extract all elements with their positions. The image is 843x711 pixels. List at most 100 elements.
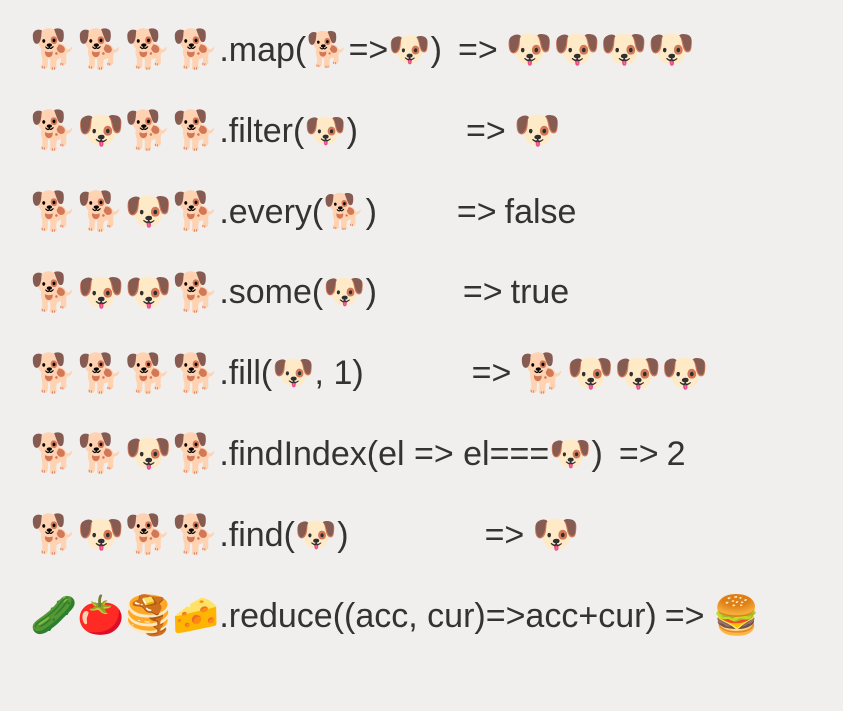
dog-emoji: 🐕 [77, 193, 124, 231]
method-post: , 1) [315, 354, 364, 392]
method-pre: .reduce((acc, cur)=>acc+cur) [219, 597, 656, 635]
dog-emoji: 🐕 [77, 435, 124, 473]
dog-emoji: 🐕 [125, 31, 172, 69]
dogface-emoji: 🐶 [304, 114, 346, 148]
method-pre: .findIndex(el => el=== [219, 435, 549, 473]
method-pre: .every( [219, 193, 323, 231]
code-example-row: 🐕🐕🐶🐕.every(🐕)=>false [30, 192, 813, 233]
dogface-emoji: 🐶 [600, 31, 647, 69]
method-text: .every(🐕) [219, 192, 377, 233]
result: 🐕🐶🐶🐶 [519, 355, 708, 393]
dogface-emoji: 🐶 [553, 31, 600, 69]
dog-emoji: 🐕 [125, 355, 172, 393]
dogface-emoji: 🐶 [549, 437, 591, 471]
method-text: .find(🐶) [219, 515, 348, 556]
result-text: false [505, 192, 577, 233]
dog-emoji: 🐕 [519, 355, 566, 393]
method-pre: .map( [219, 31, 306, 69]
result: 🐶 [514, 112, 561, 150]
method-text: .some(🐶) [219, 272, 377, 313]
burger-emoji: 🍔 [712, 597, 759, 635]
result-text: 2 [667, 434, 686, 475]
dog-emoji: 🐕 [172, 274, 219, 312]
dog-emoji: 🐕 [172, 112, 219, 150]
code-example-row: 🥒🍅🥞🧀.reduce((acc, cur)=>acc+cur)=>🍔 [30, 596, 813, 637]
result-arrow: => [449, 192, 505, 233]
dog-emoji: 🐕 [172, 193, 219, 231]
result: 🐶 [532, 516, 579, 554]
method-pre: .filter( [219, 112, 304, 150]
result: 🐶🐶🐶🐶 [506, 31, 695, 69]
dog-emoji: 🐕 [30, 31, 77, 69]
dogface-emoji: 🐶 [272, 356, 314, 390]
dog-emoji: 🐕 [30, 193, 77, 231]
method-post: ) [347, 112, 358, 150]
input-array: 🐕🐶🐕🐕 [30, 516, 219, 554]
method-post: ) [592, 435, 603, 473]
cucumber-emoji: 🥒 [30, 597, 77, 635]
result-arrow: => [657, 596, 713, 637]
dogface-emoji: 🐶 [388, 33, 430, 67]
dogface-emoji: 🐶 [614, 355, 661, 393]
dogface-emoji: 🐶 [295, 518, 337, 552]
result: 2 [667, 434, 686, 475]
dog-emoji: 🐕 [30, 355, 77, 393]
result-arrow: => [611, 434, 667, 475]
result: false [505, 192, 577, 233]
dogface-emoji: 🐶 [125, 435, 172, 473]
dog-emoji: 🐕 [30, 274, 77, 312]
dog-emoji: 🐕 [172, 435, 219, 473]
dogface-emoji: 🐶 [514, 112, 561, 150]
dog-emoji: 🐕 [125, 516, 172, 554]
dog-emoji: 🐕 [77, 355, 124, 393]
result: 🍔 [712, 597, 759, 635]
dogface-emoji: 🐶 [125, 274, 172, 312]
input-array: 🐕🐕🐕🐕 [30, 355, 219, 393]
dog-emoji: 🐕 [30, 516, 77, 554]
input-array: 🐕🐕🐶🐕 [30, 193, 219, 231]
method-pre: .find( [219, 516, 295, 554]
code-example-row: 🐕🐶🐶🐕.some(🐶)=>true [30, 272, 813, 313]
result-text: true [511, 272, 570, 313]
input-array: 🐕🐕🐶🐕 [30, 435, 219, 473]
method-pre: .fill( [219, 354, 272, 392]
dogface-emoji: 🐶 [532, 516, 579, 554]
method-text: .filter(🐶) [219, 111, 358, 152]
dog-emoji: 🐕 [172, 355, 219, 393]
result-arrow: => [464, 353, 520, 394]
input-array: 🐕🐶🐶🐕 [30, 274, 219, 312]
dogface-emoji: 🐶 [77, 112, 124, 150]
input-array: 🐕🐶🐕🐕 [30, 112, 219, 150]
method-pre: .some( [219, 273, 323, 311]
code-example-row: 🐕🐕🐕🐕.fill(🐶, 1)=>🐕🐶🐶🐶 [30, 353, 813, 394]
dog-emoji: 🐕 [172, 516, 219, 554]
cheese-emoji: 🧀 [172, 597, 219, 635]
method-text: .findIndex(el => el===🐶) [219, 434, 603, 475]
dog-emoji: 🐕 [30, 435, 77, 473]
dog-emoji: 🐕 [323, 195, 365, 229]
dogface-emoji: 🐶 [648, 31, 695, 69]
result-arrow: => [458, 111, 514, 152]
pancakes-emoji: 🥞 [125, 597, 172, 635]
dog-emoji: 🐕 [172, 31, 219, 69]
input-array: 🐕🐕🐕🐕 [30, 31, 219, 69]
dogface-emoji: 🐶 [125, 193, 172, 231]
result-arrow: => [455, 272, 511, 313]
method-post: ) [366, 273, 377, 311]
method-post: ) [431, 31, 442, 69]
code-example-row: 🐕🐕🐶🐕.findIndex(el => el===🐶)=>2 [30, 434, 813, 475]
method-post: ) [337, 516, 348, 554]
dog-emoji: 🐕 [30, 112, 77, 150]
method-text: .fill(🐶, 1) [219, 353, 363, 394]
tomato-emoji: 🍅 [77, 597, 124, 635]
code-example-row: 🐕🐶🐕🐕.find(🐶)=>🐶 [30, 515, 813, 556]
dogface-emoji: 🐶 [77, 274, 124, 312]
result-arrow: => [450, 30, 506, 71]
input-array: 🥒🍅🥞🧀 [30, 597, 219, 635]
method-post: ) [366, 193, 377, 231]
result: true [511, 272, 570, 313]
result-arrow: => [477, 515, 533, 556]
dogface-emoji: 🐶 [323, 275, 365, 309]
dog-emoji: 🐕 [77, 31, 124, 69]
method-text: .reduce((acc, cur)=>acc+cur) [219, 596, 656, 637]
